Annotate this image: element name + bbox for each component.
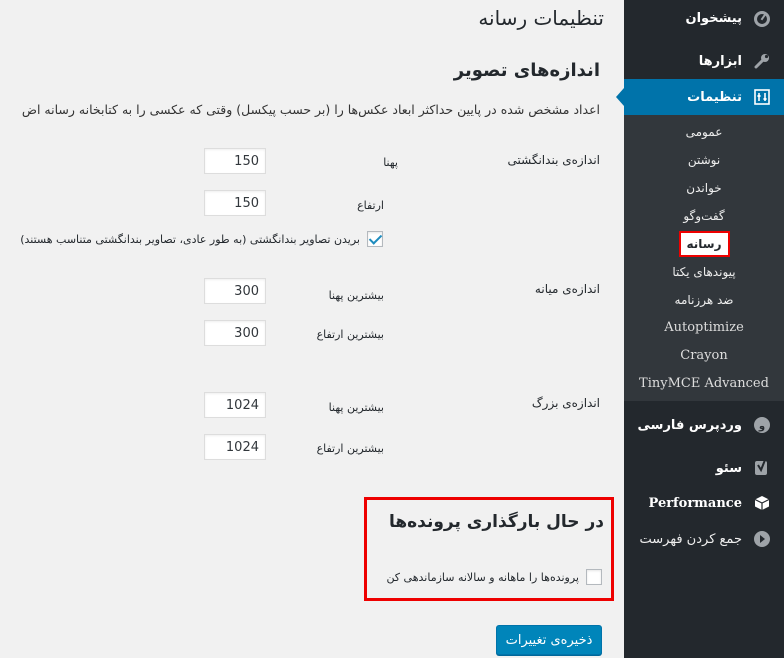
organize-uploads-label: پرونده‌ها را ماهانه و سالانه سازماندهی ک… <box>386 571 579 584</box>
dashboard-icon <box>752 9 772 27</box>
submenu-permalinks-label: پیوندهای یکتا <box>672 265 736 279</box>
thumbnail-width-input[interactable] <box>204 148 266 174</box>
yoast-icon <box>752 459 772 477</box>
svg-text:و: و <box>758 421 765 432</box>
image-sizes-heading: اندازه‌های تصویر <box>453 60 600 81</box>
page-title: تنظیمات رسانه <box>478 6 604 30</box>
medium-size-label: اندازه‌ی میانه <box>534 282 600 296</box>
uploads-heading: در حال بارگذاری پرونده‌ها <box>388 512 604 532</box>
submenu-antispam[interactable]: ضد هرزنامه <box>624 287 784 313</box>
submenu-crayon[interactable]: Crayon <box>624 343 784 369</box>
collapse-menu-button[interactable]: جمع کردن فهرست <box>624 524 784 554</box>
submenu-media-label: رسانه <box>678 231 730 257</box>
thumbnail-width-label: پهنا <box>383 156 398 169</box>
menu-tools[interactable]: ابزارها <box>624 46 784 76</box>
collapse-menu-label: جمع کردن فهرست <box>639 531 742 547</box>
thumbnail-crop-checkbox[interactable] <box>367 231 383 247</box>
submenu-general-label: عمومی <box>685 125 723 139</box>
submenu-autoptimize-label: Autoptimize <box>664 320 744 335</box>
thumbnail-height-label: ارتفاع <box>357 199 384 212</box>
admin-sidebar: پیشخوان ابزارها تنظیمات عمومی نوشتن خوان… <box>616 0 784 658</box>
submenu-autoptimize[interactable]: Autoptimize <box>624 315 784 341</box>
settings-submenu: عمومی نوشتن خواندن گفت‌وگو رسانه پیوندها… <box>624 115 784 401</box>
submenu-writing[interactable]: نوشتن <box>624 147 784 173</box>
large-max-width-input[interactable] <box>204 392 266 418</box>
submenu-permalinks[interactable]: پیوندهای یکتا <box>624 259 784 285</box>
menu-performance[interactable]: Performance <box>624 488 784 518</box>
menu-dashboard-label: پیشخوان <box>685 10 743 26</box>
menu-wp-persian-label: وردپرس فارسی <box>637 417 742 433</box>
menu-performance-label: Performance <box>648 495 742 511</box>
menu-tools-label: ابزارها <box>698 53 742 69</box>
collapse-arrow-icon <box>752 530 772 548</box>
submenu-media[interactable]: رسانه <box>624 231 784 257</box>
large-max-width-label: بیشترین پهنا <box>328 401 384 414</box>
submenu-tinymce-label: TinyMCE Advanced <box>639 376 769 391</box>
medium-max-width-input[interactable] <box>204 278 266 304</box>
submenu-general[interactable]: عمومی <box>624 119 784 145</box>
wp-persian-icon: و <box>752 416 772 434</box>
submenu-reading[interactable]: خواندن <box>624 175 784 201</box>
thumbnail-size-label: اندازه‌ی بندانگشتی <box>507 153 600 167</box>
organize-uploads-checkbox[interactable] <box>586 569 602 585</box>
menu-dashboard[interactable]: پیشخوان <box>624 3 784 33</box>
wrench-icon <box>752 52 772 70</box>
submenu-discussion-label: گفت‌وگو <box>683 209 725 223</box>
medium-max-height-label: بیشترین ارتفاع <box>316 328 384 341</box>
menu-settings[interactable]: تنظیمات <box>616 79 784 115</box>
submenu-writing-label: نوشتن <box>687 153 721 167</box>
save-changes-button[interactable]: ذخیره‌ی تغییرات <box>496 625 602 655</box>
menu-seo-label: سئو <box>715 460 742 476</box>
menu-seo[interactable]: سئو <box>624 453 784 483</box>
thumbnail-crop-label: بریدن تصاویر بندانگشتی (به طور عادی، تصا… <box>20 233 360 246</box>
large-max-height-label: بیشترین ارتفاع <box>316 442 384 455</box>
large-size-label: اندازه‌ی بزرگ <box>531 396 600 410</box>
main-content: تنظیمات رسانه اندازه‌های تصویر اعداد مشخ… <box>0 0 624 658</box>
submenu-antispam-label: ضد هرزنامه <box>674 293 734 307</box>
menu-settings-label: تنظیمات <box>687 89 742 105</box>
large-max-height-input[interactable] <box>204 434 266 460</box>
performance-cube-icon <box>752 495 772 511</box>
medium-max-width-label: بیشترین پهنا <box>328 289 384 302</box>
settings-icon <box>752 89 772 105</box>
image-sizes-description: اعداد مشخص شده در پایین حداکثر ابعاد عکس… <box>21 102 600 117</box>
submenu-discussion[interactable]: گفت‌وگو <box>624 203 784 229</box>
thumbnail-height-input[interactable] <box>204 190 266 216</box>
submenu-crayon-label: Crayon <box>680 348 728 363</box>
medium-max-height-input[interactable] <box>204 320 266 346</box>
submenu-reading-label: خواندن <box>686 181 722 195</box>
submenu-tinymce-advanced[interactable]: TinyMCE Advanced <box>624 371 784 397</box>
menu-wp-persian[interactable]: و وردپرس فارسی <box>624 410 784 440</box>
